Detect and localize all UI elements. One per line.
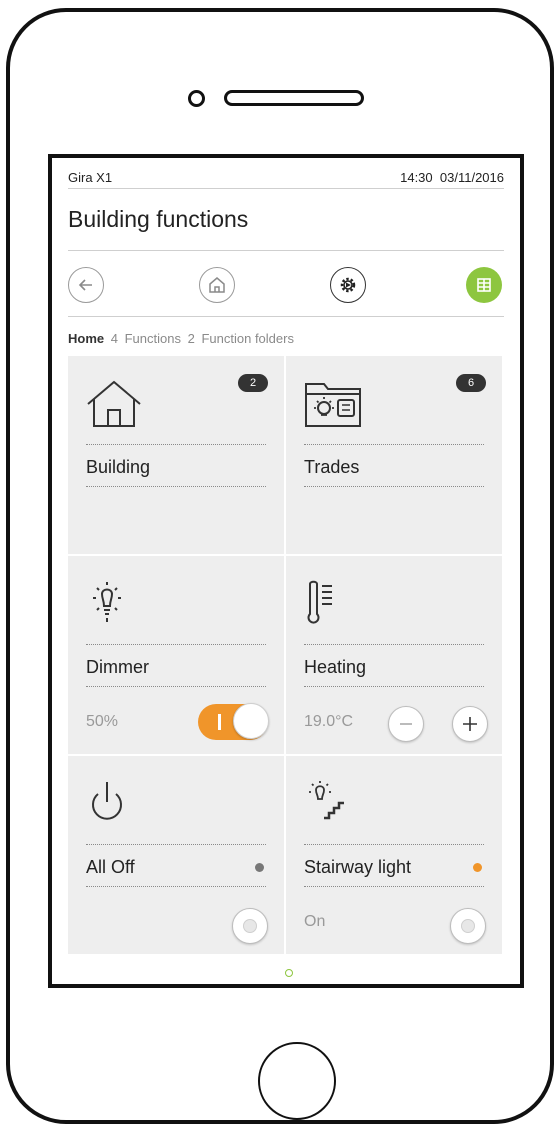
tile-grid: 2 Building 6 Trades Dimmer 50% Heating 1… xyxy=(68,356,502,956)
status-indicator xyxy=(473,863,482,872)
tile-label: Building xyxy=(86,457,151,477)
power-icon xyxy=(92,782,122,820)
folder-bulb-icon xyxy=(305,383,361,427)
status-time: 14:30 xyxy=(400,170,433,185)
toggle-knob[interactable] xyxy=(233,703,269,739)
page-title: Building functions xyxy=(68,206,249,232)
button-center xyxy=(461,919,475,933)
divider xyxy=(86,444,266,445)
count-badge: 2 xyxy=(238,374,268,392)
status-bar: Gira X1 14:30 03/11/2016 xyxy=(68,166,504,189)
button-center xyxy=(243,919,257,933)
stairway-value: On xyxy=(304,913,326,930)
status-indicator xyxy=(255,863,264,872)
tile-all-off[interactable]: All Off xyxy=(68,756,284,954)
tile-building[interactable]: 2 Building xyxy=(68,356,284,554)
app-screen: Gira X1 14:30 03/11/2016 Building functi… xyxy=(48,154,524,988)
house-icon xyxy=(87,380,141,427)
plus-icon xyxy=(463,717,477,731)
decrease-button[interactable] xyxy=(388,706,424,742)
grid-view-icon xyxy=(477,278,491,292)
tile-label: All Off xyxy=(86,857,135,877)
divider xyxy=(304,886,484,887)
divider xyxy=(86,886,266,887)
divider xyxy=(86,686,266,687)
divider xyxy=(304,486,484,487)
increase-button[interactable] xyxy=(452,706,488,742)
tile-heating[interactable]: Heating 19.0°C xyxy=(286,556,502,754)
tile-trades[interactable]: 6 Trades xyxy=(286,356,502,554)
gear-icon xyxy=(340,277,356,293)
divider xyxy=(68,316,504,317)
count-badge: 6 xyxy=(456,374,486,392)
divider xyxy=(304,444,484,445)
camera-icon xyxy=(188,90,205,107)
divider xyxy=(304,686,484,687)
breadcrumb-count: 4 xyxy=(110,331,118,346)
toggle-on-mark xyxy=(218,714,221,730)
navigation-bar xyxy=(68,256,504,316)
tile-stairway-light[interactable]: Stairway light On xyxy=(286,756,502,954)
arrow-left-icon xyxy=(78,279,92,291)
divider xyxy=(86,486,266,487)
minus-icon xyxy=(400,723,412,725)
grid-view-button[interactable] xyxy=(466,267,502,303)
divider xyxy=(304,844,484,845)
tile-label: Heating xyxy=(304,657,367,677)
tile-dimmer[interactable]: Dimmer 50% xyxy=(68,556,284,754)
speaker-icon xyxy=(224,90,364,106)
breadcrumb-count: 2 xyxy=(187,331,195,346)
divider xyxy=(68,250,504,251)
tile-label: Stairway light xyxy=(304,857,412,877)
dimmer-value: 50% xyxy=(86,713,119,730)
home-button[interactable] xyxy=(199,267,235,303)
thermometer-icon xyxy=(307,580,332,624)
app-name: Gira X1 xyxy=(68,170,113,185)
page-indicator-dot[interactable] xyxy=(285,969,293,977)
stairway-button[interactable] xyxy=(450,908,486,944)
dimmer-toggle[interactable] xyxy=(198,703,269,740)
settings-button[interactable] xyxy=(330,267,366,303)
breadcrumb: Home 4 Functions 2 Function folders xyxy=(68,331,294,346)
breadcrumb-item-functions[interactable]: Functions xyxy=(125,331,181,346)
all-off-button[interactable] xyxy=(232,908,268,944)
phone-home-button[interactable] xyxy=(258,1042,336,1120)
tile-label: Trades xyxy=(304,457,360,477)
heating-value: 19.0°C xyxy=(304,713,354,730)
house-icon xyxy=(209,277,225,293)
breadcrumb-item-function-folders[interactable]: Function folders xyxy=(201,331,294,346)
tile-label: Dimmer xyxy=(86,657,149,677)
back-button[interactable] xyxy=(68,267,104,303)
breadcrumb-item-home[interactable]: Home xyxy=(68,331,104,346)
divider xyxy=(86,644,266,645)
bulb-icon xyxy=(93,582,121,622)
divider xyxy=(304,644,484,645)
stairway-light-icon xyxy=(309,781,344,820)
divider xyxy=(86,844,266,845)
clock: 14:30 03/11/2016 xyxy=(400,170,504,185)
status-date: 03/11/2016 xyxy=(439,170,504,185)
